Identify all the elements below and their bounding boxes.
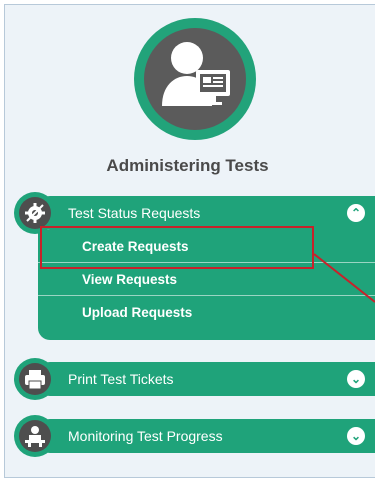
chevron-down-icon[interactable]: ⌄ [347,427,365,445]
monitoring-icon [14,415,56,457]
printer-icon-svg [25,370,45,390]
menu-label: Monitoring Test Progress [68,428,223,444]
menu-label: Print Test Tickets [68,371,174,387]
chevron-down-icon[interactable]: ⌄ [347,370,365,388]
printer-icon [14,358,56,400]
menu-print-test-tickets[interactable]: Print Test Tickets ⌄ [38,362,375,396]
pointer-line [313,253,375,303]
menu-monitoring-test-progress[interactable]: Monitoring Test Progress ⌄ [38,419,375,453]
monitoring-icon-svg [25,426,45,447]
printer-icon-inner [19,363,51,395]
monitoring-icon-inner [19,420,51,452]
